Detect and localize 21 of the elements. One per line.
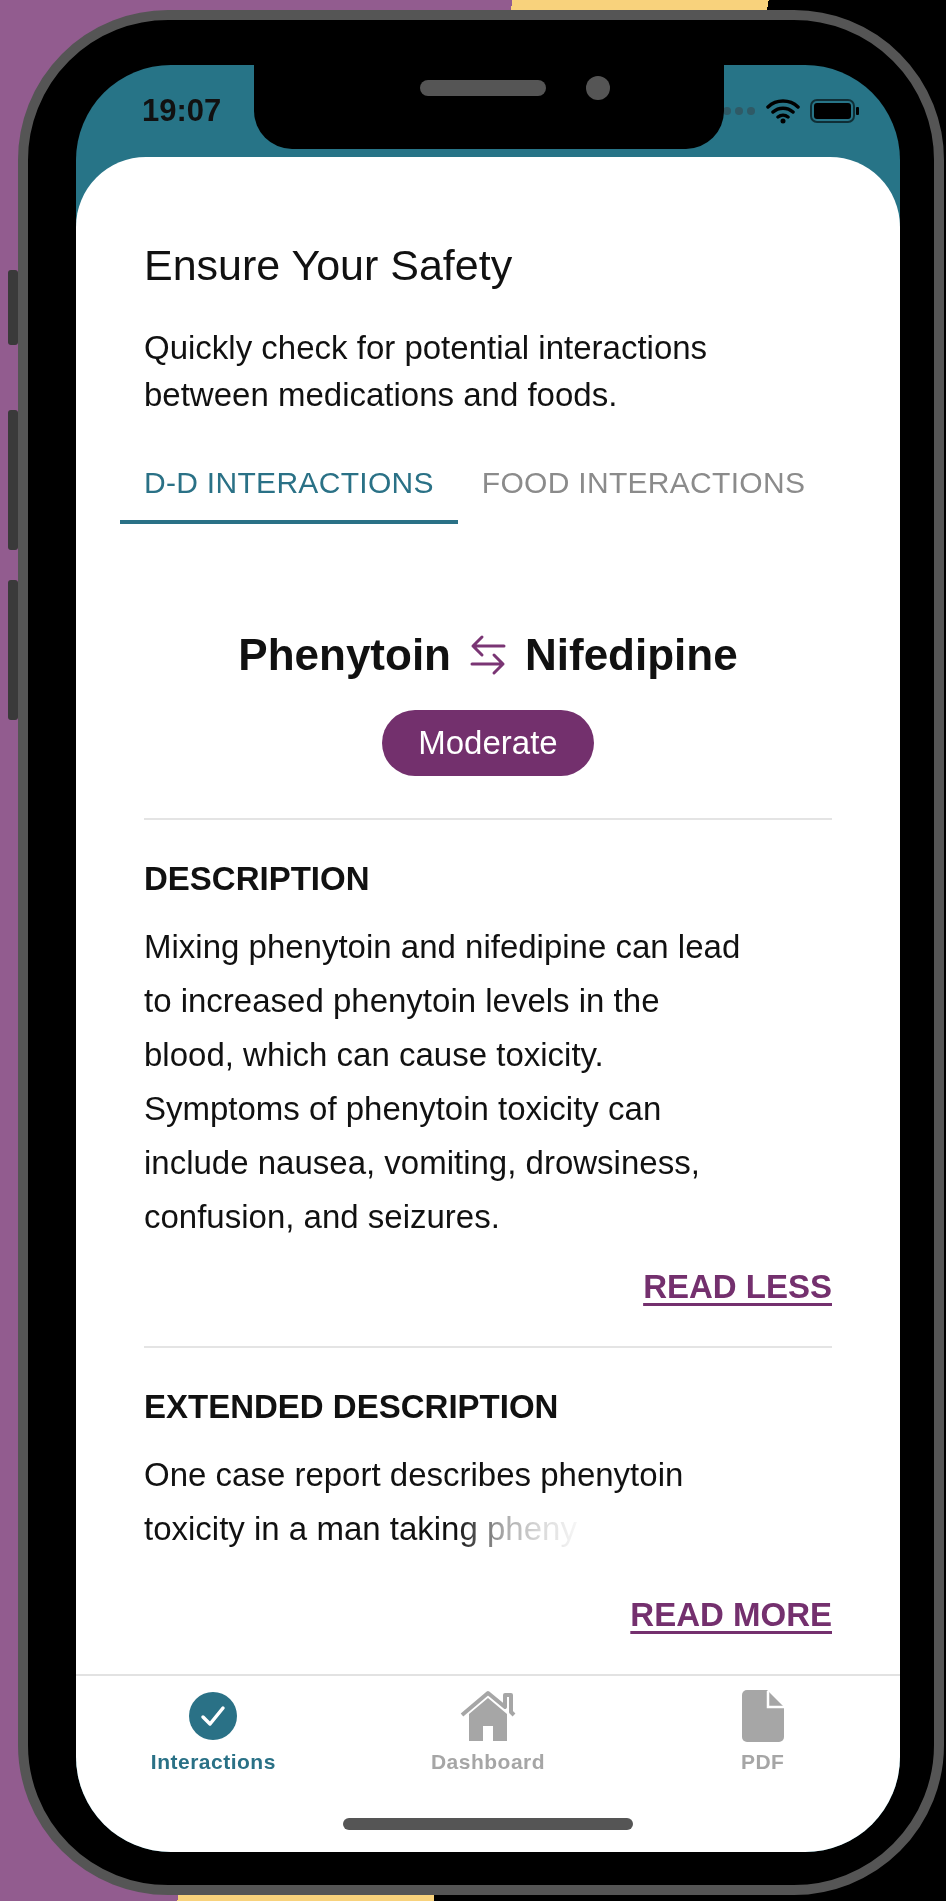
drug-name: Nifedipine: [525, 630, 738, 680]
status-time: 19:07: [142, 93, 222, 129]
toggle-link[interactable]: READ LESS: [643, 1268, 832, 1306]
section-text: Mixing phenytoin and nifedipine can lead to increased phenytoin levels in the blood, which can cause toxicity. Symptoms of phenytoin toxicity can include nausea, vomiting, drowsiness, confusion, and seizures.: [144, 927, 742, 1237]
battery-icon: [810, 99, 860, 123]
nav-tab[interactable]: Interactions: [113, 1690, 314, 1774]
tab[interactable]: FOOD INTERACTIONS: [457, 466, 830, 524]
house-icon: [459, 1690, 517, 1742]
page-subtitle: Quickly check for potential interactions between medications and foods.: [144, 328, 709, 415]
check-circle-icon: [188, 1691, 239, 1741]
section-heading: DESCRIPTION: [144, 860, 371, 898]
toggle-link[interactable]: READ MORE: [630, 1596, 832, 1634]
section-heading: EXTENDED DESCRIPTION: [144, 1388, 560, 1426]
tab[interactable]: D-D INTERACTIONS: [120, 466, 458, 524]
front-camera: [586, 76, 610, 100]
severity-badge: Moderate: [382, 710, 594, 776]
wifi-icon: [766, 98, 800, 124]
document-icon: [741, 1690, 784, 1742]
page-title: Ensure Your Safety: [144, 241, 514, 290]
drug-name: Phenytoin: [238, 630, 451, 680]
swap-arrows-icon: [469, 634, 507, 676]
